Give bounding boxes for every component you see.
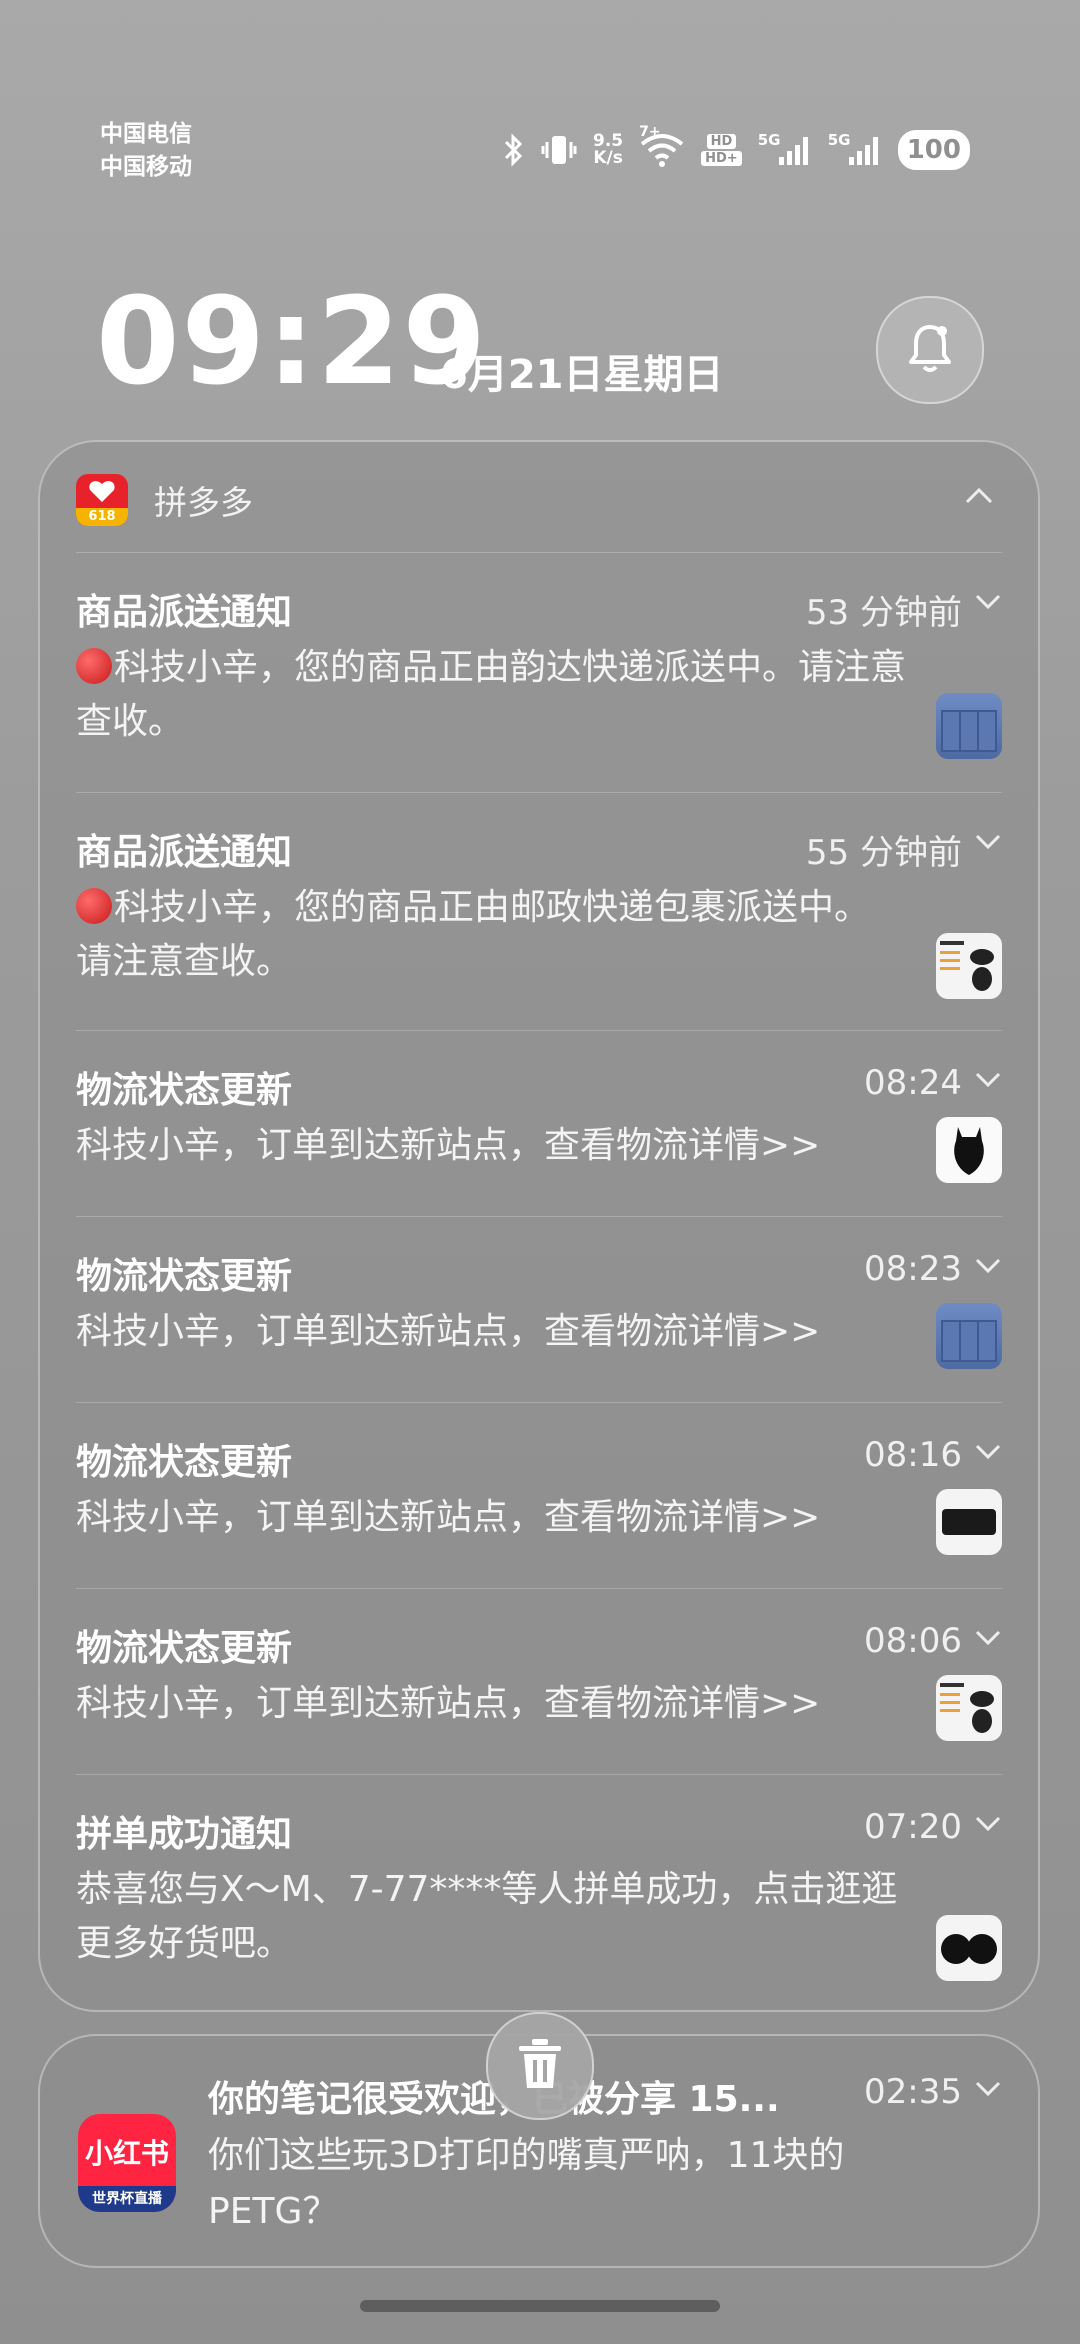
notification-body: 你们这些玩3D打印的嘴真严呐，11块的PETG？ <box>208 2135 845 2232</box>
hd-label-2: HD+ <box>701 151 742 166</box>
expand-chevron-down-icon[interactable] <box>974 1443 1002 1465</box>
bluetooth-icon <box>503 133 525 167</box>
collapse-chevron-up-icon[interactable] <box>964 486 994 510</box>
notification-time: 08:24 <box>864 1063 962 1103</box>
trash-icon <box>515 2036 565 2096</box>
sim2-signal-icon: 5G <box>828 131 882 165</box>
product-thumbnail <box>936 1303 1002 1369</box>
notification-time: 07:20 <box>864 1807 962 1847</box>
notification-time: 08:16 <box>864 1435 962 1475</box>
status-icons: 9.5 K/s 7+ HD HD+ 5G 5G 100 <box>503 124 970 172</box>
clear-notifications-button[interactable] <box>486 2012 594 2120</box>
sim1-label: 5G <box>757 131 781 149</box>
xiaohongshu-app-icon: 小红书 世界杯直播 <box>78 2114 176 2212</box>
notification-title: 物流状态更新 <box>76 1442 293 1483</box>
carrier-info: 中国电信 中国移动 <box>100 118 192 184</box>
notification-body: 科技小辛，订单到达新站点，查看物流详情>> <box>76 1311 821 1352</box>
product-thumbnail <box>936 1489 1002 1555</box>
notification-title: 物流状态更新 <box>76 1070 293 1111</box>
notification-title: 物流状态更新 <box>76 1628 293 1669</box>
notification-item[interactable]: 物流状态更新 08:16 科技小辛，订单到达新站点，查看物流详情>> <box>76 1402 1002 1589</box>
pinduoduo-app-icon: 618 <box>76 474 128 526</box>
product-thumbnail <box>936 693 1002 759</box>
carrier-1: 中国电信 <box>100 121 192 147</box>
notification-bell-button[interactable] <box>876 296 984 404</box>
hd-call-icon: HD HD+ <box>701 134 742 166</box>
lock-time: 09:29 <box>96 273 488 412</box>
pinduoduo-notification-group[interactable]: 618 拼多多 商品派送通知 53 分钟前 科技小辛，您的商品正由韵达快递派送中… <box>38 440 1040 2012</box>
notification-title: 商品派送通知 <box>76 832 293 873</box>
carrier-2: 中国移动 <box>100 154 192 180</box>
red-dot-icon <box>76 888 112 924</box>
notification-time: 53 分钟前 <box>805 593 962 633</box>
notification-title: 商品派送通知 <box>76 592 293 633</box>
notification-title: 拼单成功通知 <box>76 1814 293 1855</box>
notification-title: 物流状态更新 <box>76 1256 293 1297</box>
notification-body: 科技小辛，您的商品正由韵达快递派送中。请注意查收。 <box>76 641 916 749</box>
notification-time: 08:23 <box>864 1249 962 1289</box>
expand-chevron-down-icon[interactable] <box>974 1815 1002 1837</box>
sim2-label: 5G <box>827 131 851 149</box>
battery-icon: 100 <box>897 130 970 170</box>
group-header[interactable]: 618 拼多多 <box>76 466 1002 534</box>
expand-chevron-down-icon[interactable] <box>974 2080 1002 2102</box>
notification-body: 恭喜您与X～M、7-77****等人拼单成功，点击逛逛更多好货吧。 <box>76 1869 898 1964</box>
sim1-signal-icon: 5G <box>758 131 812 165</box>
expand-chevron-down-icon[interactable] <box>974 833 1002 855</box>
notification-item[interactable]: 商品派送通知 53 分钟前 科技小辛，您的商品正由韵达快递派送中。请注意查收。 <box>76 552 1002 793</box>
red-dot-icon <box>76 648 112 684</box>
bell-icon <box>906 321 954 379</box>
product-thumbnail <box>936 1915 1002 1981</box>
app-icon-text: 小红书 <box>84 2137 169 2170</box>
expand-chevron-down-icon[interactable] <box>974 1257 1002 1279</box>
speed-unit: K/s <box>593 148 623 168</box>
app-icon-subtext: 世界杯直播 <box>78 2186 176 2212</box>
notification-body-text: 科技小辛，您的商品正由邮政快递包裹派送中。 请注意查收。 <box>76 887 871 982</box>
product-thumbnail <box>936 1117 1002 1183</box>
wifi-icon: 7+ <box>639 124 685 168</box>
app-icon-badge: 618 <box>76 508 128 526</box>
product-thumbnail <box>936 1675 1002 1741</box>
notification-body: 科技小辛，您的商品正由邮政快递包裹派送中。 请注意查收。 <box>76 881 916 989</box>
notification-item[interactable]: 拼单成功通知 07:20 恭喜您与X～M、7-77****等人拼单成功，点击逛逛… <box>76 1774 1002 1995</box>
notification-body: 科技小辛，订单到达新站点，查看物流详情>> <box>76 1497 821 1538</box>
network-speed: 9.5 K/s <box>593 133 623 167</box>
battery-level: 100 <box>906 135 961 165</box>
notification-item[interactable]: 物流状态更新 08:24 科技小辛，订单到达新站点，查看物流详情>> <box>76 1030 1002 1217</box>
lock-date: 6月21日星期日 <box>440 352 724 398</box>
expand-chevron-down-icon[interactable] <box>974 1071 1002 1093</box>
notification-body: 科技小辛，订单到达新站点，查看物流详情>> <box>76 1125 821 1166</box>
notification-item[interactable]: 物流状态更新 08:06 科技小辛，订单到达新站点，查看物流详情>> <box>76 1588 1002 1775</box>
expand-chevron-down-icon[interactable] <box>974 1629 1002 1651</box>
wifi-label: 7+ <box>639 124 661 140</box>
vibrate-icon <box>541 133 577 167</box>
notification-time: 02:35 <box>864 2072 962 2112</box>
notification-body: 科技小辛，订单到达新站点，查看物流详情>> <box>76 1683 821 1724</box>
product-thumbnail <box>936 933 1002 999</box>
notification-item[interactable]: 物流状态更新 08:23 科技小辛，订单到达新站点，查看物流详情>> <box>76 1216 1002 1403</box>
notification-time: 55 分钟前 <box>805 833 962 873</box>
notification-time: 08:06 <box>864 1621 962 1661</box>
notification-body-text: 科技小辛，您的商品正由韵达快递派送中。请注意查收。 <box>76 647 907 742</box>
expand-chevron-down-icon[interactable] <box>974 593 1002 615</box>
group-app-name: 拼多多 <box>154 483 253 522</box>
notification-item[interactable]: 商品派送通知 55 分钟前 科技小辛，您的商品正由邮政快递包裹派送中。 请注意查… <box>76 792 1002 1031</box>
home-indicator[interactable] <box>360 2300 720 2312</box>
hd-label-1: HD <box>706 134 737 149</box>
